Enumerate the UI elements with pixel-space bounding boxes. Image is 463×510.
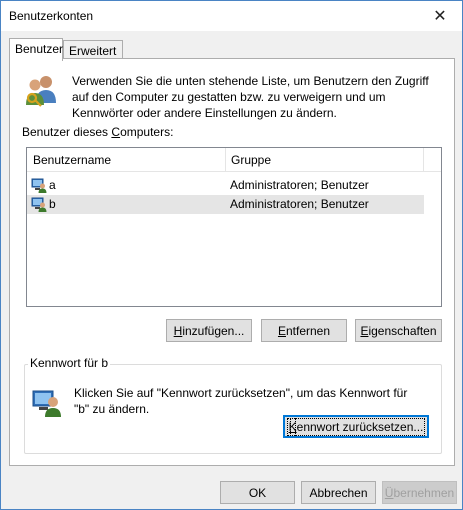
ok-button[interactable]: OK xyxy=(220,481,295,504)
row-username: b xyxy=(49,197,56,211)
column-separator[interactable] xyxy=(225,148,226,172)
column-separator[interactable] xyxy=(423,148,424,172)
row-group: Administratoren; Benutzer xyxy=(230,178,369,192)
tab-label: Benutzer xyxy=(15,42,64,56)
remove-user-button[interactable]: Entfernen xyxy=(261,319,347,342)
user-computer-icon xyxy=(32,390,61,417)
users-listview[interactable]: Benutzername Gruppe a Administratoren; B… xyxy=(26,147,442,307)
close-icon: ✕ xyxy=(433,8,447,25)
tab-benutzer[interactable]: Benutzer xyxy=(9,38,63,61)
user-computer-icon xyxy=(31,197,47,212)
title-bar[interactable]: Benutzerkonten ✕ xyxy=(1,1,462,31)
add-user-button[interactable]: Hinzufügen... xyxy=(166,319,252,342)
dialog-window: Benutzerkonten ✕ Benutzer Erweitert Verw… xyxy=(0,0,463,510)
apply-button[interactable]: Übernehmen xyxy=(382,481,457,504)
tab-panel-benutzer: Verwenden Sie die unten stehende Liste, … xyxy=(9,58,455,466)
cancel-button[interactable]: Abbrechen xyxy=(301,481,376,504)
row-group: Administratoren; Benutzer xyxy=(230,197,369,211)
password-help-text: Klicken Sie auf "Kennwort zurücksetzen",… xyxy=(74,386,408,416)
table-row[interactable]: a Administratoren; Benutzer xyxy=(27,176,424,195)
properties-button[interactable]: Eigenschaften xyxy=(355,319,442,342)
intro-text: Verwenden Sie die unten stehende Liste, … xyxy=(72,74,429,120)
column-header-group[interactable]: Gruppe xyxy=(231,153,271,167)
listview-header: Benutzername Gruppe xyxy=(27,148,441,172)
window-title: Benutzerkonten xyxy=(9,9,94,23)
table-row[interactable]: b Administratoren; Benutzer xyxy=(27,195,424,214)
tab-label: Erweitert xyxy=(69,44,117,58)
password-groupbox-title: Kennwort für b xyxy=(28,356,111,370)
user-computer-icon xyxy=(31,178,47,193)
users-keys-icon xyxy=(26,76,56,107)
users-list-label: Benutzer dieses Computers: xyxy=(22,125,174,139)
close-button[interactable]: ✕ xyxy=(418,1,462,31)
column-header-username[interactable]: Benutzername xyxy=(33,153,111,167)
reset-password-button[interactable]: Kennwort zurücksetzen... xyxy=(283,415,429,438)
row-username: a xyxy=(49,178,56,192)
